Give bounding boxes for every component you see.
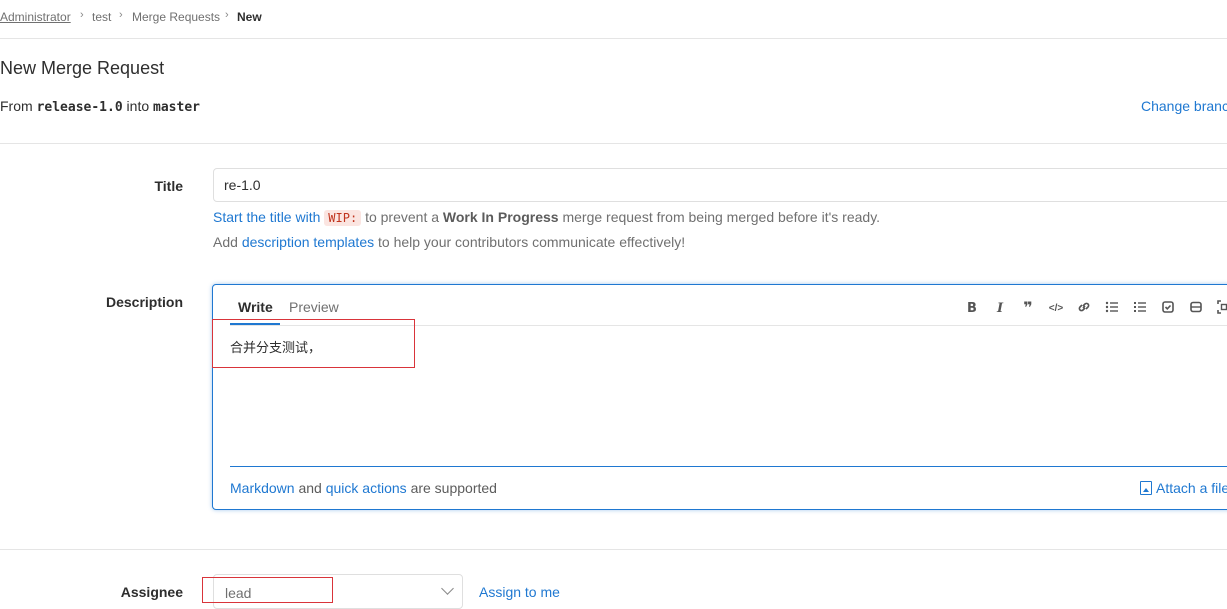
title-label: Title (154, 178, 183, 194)
quote-icon[interactable]: ❞ (1020, 300, 1036, 318)
breadcrumb-merge-requests[interactable]: Merge Requests (132, 10, 220, 24)
templates-hint: Add description templates to help your c… (213, 234, 685, 250)
assign-to-me-link[interactable]: Assign to me (479, 584, 560, 600)
description-templates-link[interactable]: description templates (242, 234, 374, 250)
bold-icon[interactable]: B (964, 300, 980, 318)
active-tab-indicator (230, 323, 280, 325)
link-icon[interactable] (1076, 300, 1092, 318)
page-title: New Merge Request (0, 58, 165, 78)
assignee-label: Assignee (120, 584, 183, 600)
attach-file-button[interactable]: Attach a file (1140, 480, 1227, 496)
wip-hint: Start the title with WIP: to prevent a W… (213, 209, 881, 226)
wip-code: WIP: (324, 210, 362, 226)
bullet-list-icon[interactable] (1104, 300, 1120, 318)
chevron-down-icon (441, 582, 454, 595)
wip-hint-bold: Work In Progress (442, 209, 559, 225)
wip-hint-mid: to prevent a (365, 209, 440, 225)
numbered-list-icon[interactable] (1132, 300, 1148, 318)
chevron-right-icon: › (225, 9, 229, 21)
tab-preview[interactable]: Preview (289, 299, 339, 315)
task-list-icon[interactable] (1160, 300, 1176, 318)
wip-hint-end: merge request from being merged before i… (562, 209, 881, 225)
into-label: into (126, 98, 150, 114)
assignee-dropdown[interactable]: lead (213, 574, 463, 609)
chevron-right-icon: › (80, 9, 84, 21)
templates-suffix: to help your contributors communicate ef… (378, 234, 686, 250)
source-branch: release-1.0 (36, 100, 123, 115)
markdown-link[interactable]: Markdown (230, 480, 295, 496)
fullscreen-icon[interactable] (1216, 300, 1227, 318)
divider (0, 549, 1227, 550)
image-icon (1140, 481, 1152, 495)
breadcrumb: Administrator › test › Merge Requests › … (0, 0, 1227, 39)
description-textarea[interactable]: 合并分支测试， (230, 337, 321, 356)
templates-prefix: Add (213, 234, 238, 250)
quick-actions-link[interactable]: quick actions (326, 480, 407, 496)
breadcrumb-test[interactable]: test (92, 10, 111, 24)
table-icon[interactable] (1188, 300, 1204, 318)
description-editor: Write Preview B I ❞ </> 合并分支测试， Markdown… (212, 284, 1227, 510)
from-label: From (0, 98, 33, 114)
attach-file-label: Attach a file (1156, 480, 1227, 496)
italic-icon[interactable]: I (992, 300, 1008, 318)
wip-hint-link[interactable]: Start the title with (213, 209, 320, 225)
breadcrumb-administrator[interactable]: Administrator (0, 10, 71, 24)
chevron-right-icon: › (119, 9, 123, 21)
title-input[interactable] (213, 168, 1227, 202)
description-label: Description (105, 294, 183, 310)
code-icon[interactable]: </> (1048, 300, 1064, 318)
footer-and: and (298, 480, 322, 496)
branch-info: From release-1.0 into master (0, 98, 200, 115)
breadcrumb-new: New (237, 10, 262, 24)
assignee-value: lead (225, 585, 252, 601)
footer-supported: are supported (410, 480, 497, 496)
editor-footer-divider (230, 466, 1227, 467)
change-branches-link[interactable]: Change branches (1141, 98, 1227, 114)
target-branch: master (153, 100, 200, 115)
tab-divider (230, 325, 1227, 326)
tab-write[interactable]: Write (238, 299, 273, 315)
editor-footer: Markdown and quick actions are supported (230, 480, 497, 496)
divider (0, 143, 1227, 144)
